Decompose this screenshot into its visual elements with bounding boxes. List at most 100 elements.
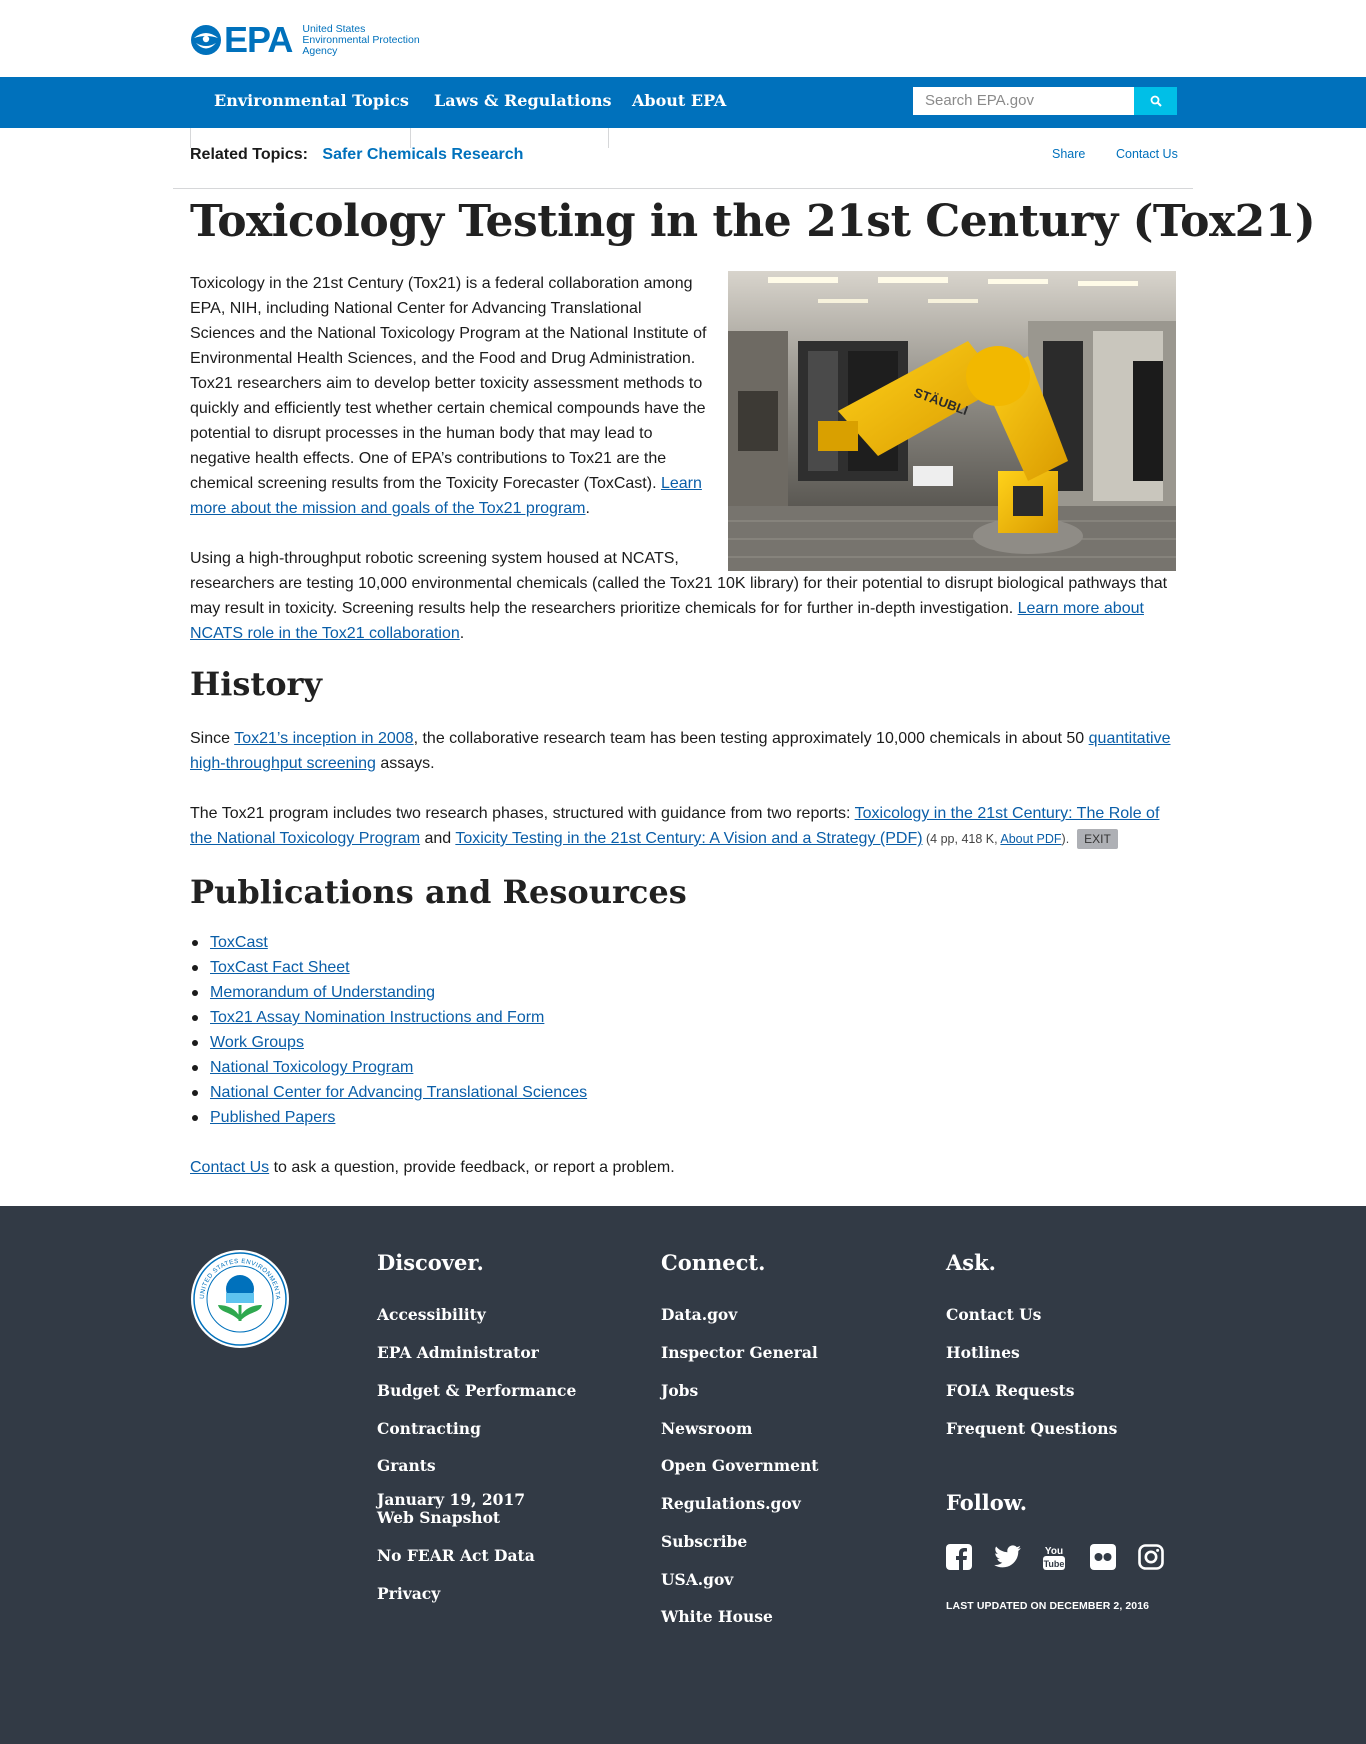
search-icon [1150,95,1162,107]
mou-link[interactable]: Memorandum of Understanding [210,984,435,1001]
list-item: ToxCast [190,930,587,955]
inception-link[interactable]: Tox21’s inception in 2008 [234,730,413,747]
page-title: Toxicology Testing in the 21st Century (… [190,196,1316,247]
history-heading: History [190,665,322,703]
connect-heading: Connect. [661,1250,766,1275]
footer-inspector-general-link[interactable]: Inspector General [661,1344,818,1362]
assay-nomination-link[interactable]: Tox21 Assay Nomination Instructions and … [210,1009,544,1026]
work-groups-link[interactable]: Work Groups [210,1034,304,1051]
history-paragraph-2: The Tox21 program includes two research … [190,801,1180,852]
social-links: You Tube [946,1543,1186,1571]
agency-line: United States [302,22,366,35]
history-text: Since [190,730,235,747]
exit-badge[interactable]: EXIT [1077,829,1118,849]
list-item: Published Papers [190,1105,587,1130]
youtube-icon[interactable]: You Tube [1042,1543,1090,1571]
nav-environmental-topics[interactable]: Environmental Topics [214,91,409,110]
list-item: Work Groups [190,1030,587,1055]
epa-flower-icon [191,25,221,55]
published-papers-link[interactable]: Published Papers [210,1109,335,1126]
about-pdf-link[interactable]: About PDF [1000,832,1061,846]
pdf-meta: (4 pp, 418 K, [922,832,1001,846]
history-text: assays. [375,755,435,772]
nav-about-epa[interactable]: About EPA [632,91,726,110]
robot-photo: STÄUBLI [728,271,1176,571]
footer-usagov-link[interactable]: USA.gov [661,1571,733,1589]
toxcast-link[interactable]: ToxCast [210,934,268,951]
main-nav: Environmental Topics Laws & Regulations … [0,77,1366,128]
header-divider [173,188,1193,189]
list-item: Memorandum of Understanding [190,980,587,1005]
twitter-icon[interactable] [994,1543,1042,1571]
footer-hotlines-link[interactable]: Hotlines [946,1344,1020,1362]
search-input[interactable]: Search EPA.gov [913,87,1134,115]
agency-line: Agency [302,44,338,57]
footer-open-government-link[interactable]: Open Government [661,1457,818,1475]
ncats-paragraph-text: Using a high-throughput robotic screenin… [190,546,1180,646]
ncats-link[interactable]: National Center for Advancing Translatio… [210,1084,587,1101]
related-topics: Related Topics: Safer Chemicals Research [190,146,523,164]
epa-wordmark: EPA [224,19,293,60]
footer-grants-link[interactable]: Grants [377,1457,436,1475]
related-topic-link[interactable]: Safer Chemicals Research [322,146,523,163]
discover-column: Discover. [377,1250,484,1275]
agency-line: Environmental Protection [302,33,420,46]
footer-administrator-link[interactable]: EPA Administrator [377,1344,539,1362]
footer-contact-us-link[interactable]: Contact Us [946,1306,1041,1324]
nav-laws-regulations[interactable]: Laws & Regulations [434,91,612,110]
footer-web-snapshot-link[interactable]: January 19, 2017 Web Snapshot [377,1491,567,1527]
list-item: Tox21 Assay Nomination Instructions and … [190,1005,587,1030]
toxcast-fact-sheet-link[interactable]: ToxCast Fact Sheet [210,959,350,976]
footer-datagov-link[interactable]: Data.gov [661,1306,737,1324]
list-item: National Center for Advancing Translatio… [190,1080,587,1105]
contact-us-link[interactable]: Contact Us [190,1159,269,1176]
footer-newsroom-link[interactable]: Newsroom [661,1420,752,1438]
footer-subscribe-link[interactable]: Subscribe [661,1533,747,1551]
footer-foia-link[interactable]: FOIA Requests [946,1382,1075,1400]
publications-heading: Publications and Resources [190,873,687,911]
flickr-icon[interactable] [1090,1543,1138,1571]
history-text: The Tox21 program includes two research … [190,805,855,822]
contact-line: Contact Us to ask a question, provide fe… [190,1155,1180,1180]
footer-accessibility-link[interactable]: Accessibility [377,1306,486,1324]
follow-heading: Follow. [946,1490,1028,1515]
connect-column: Connect. [661,1250,765,1275]
discover-heading: Discover. [377,1250,484,1275]
ask-heading: Ask. [946,1250,996,1275]
footer-regulationsgov-link[interactable]: Regulations.gov [661,1495,801,1513]
ntp-link[interactable]: National Toxicology Program [210,1059,413,1076]
ask-column: Ask. [946,1250,996,1275]
contact-line-text: to ask a question, provide feedback, or … [269,1159,675,1176]
last-updated: LAST UPDATED ON DECEMBER 2, 2016 [946,1600,1150,1612]
tab-divider [190,128,191,148]
history-paragraph-1: Since Tox21’s inception in 2008, the col… [190,726,1180,776]
history-text: , the collaborative research team has be… [413,730,1089,747]
footer-no-fear-link[interactable]: No FEAR Act Data [377,1547,535,1565]
share-link[interactable]: Share [1052,147,1085,161]
intro-paragraph: Toxicology in the 21st Century (Tox21) i… [190,271,710,521]
search-button[interactable] [1134,87,1177,115]
footer-contracting-link[interactable]: Contracting [377,1420,481,1438]
pdf-meta: ). [1061,832,1070,846]
contact-us-header-link[interactable]: Contact Us [1116,147,1178,161]
agency-name: United States Environmental Protection A… [302,22,420,57]
instagram-icon[interactable] [1138,1543,1186,1571]
epa-seal-icon[interactable]: UNITED STATES ENVIRONMENTAL PROTECTION A… [190,1249,290,1349]
svg-text:You: You [1045,1546,1063,1557]
tab-divider [410,128,411,148]
svg-text:Tube: Tube [1044,1559,1065,1569]
footer-jobs-link[interactable]: Jobs [661,1382,698,1400]
publications-list: ToxCast ToxCast Fact Sheet Memorandum of… [190,930,587,1130]
ncats-end: . [459,625,465,642]
footer-budget-link[interactable]: Budget & Performance [377,1382,576,1400]
intro-end: . [585,500,590,517]
vision-strategy-pdf-link[interactable]: Toxicity Testing in the 21st Century: A … [455,830,922,847]
list-item: ToxCast Fact Sheet [190,955,587,980]
footer-privacy-link[interactable]: Privacy [377,1585,440,1603]
footer-white-house-link[interactable]: White House [661,1608,773,1626]
epa-logo[interactable]: EPA United States Environmental Protecti… [190,20,420,60]
intro-text: Toxicology in the 21st Century (Tox21) i… [190,275,707,492]
footer-faq-link[interactable]: Frequent Questions [946,1420,1117,1438]
tab-divider [608,128,609,148]
facebook-icon[interactable] [946,1543,994,1571]
